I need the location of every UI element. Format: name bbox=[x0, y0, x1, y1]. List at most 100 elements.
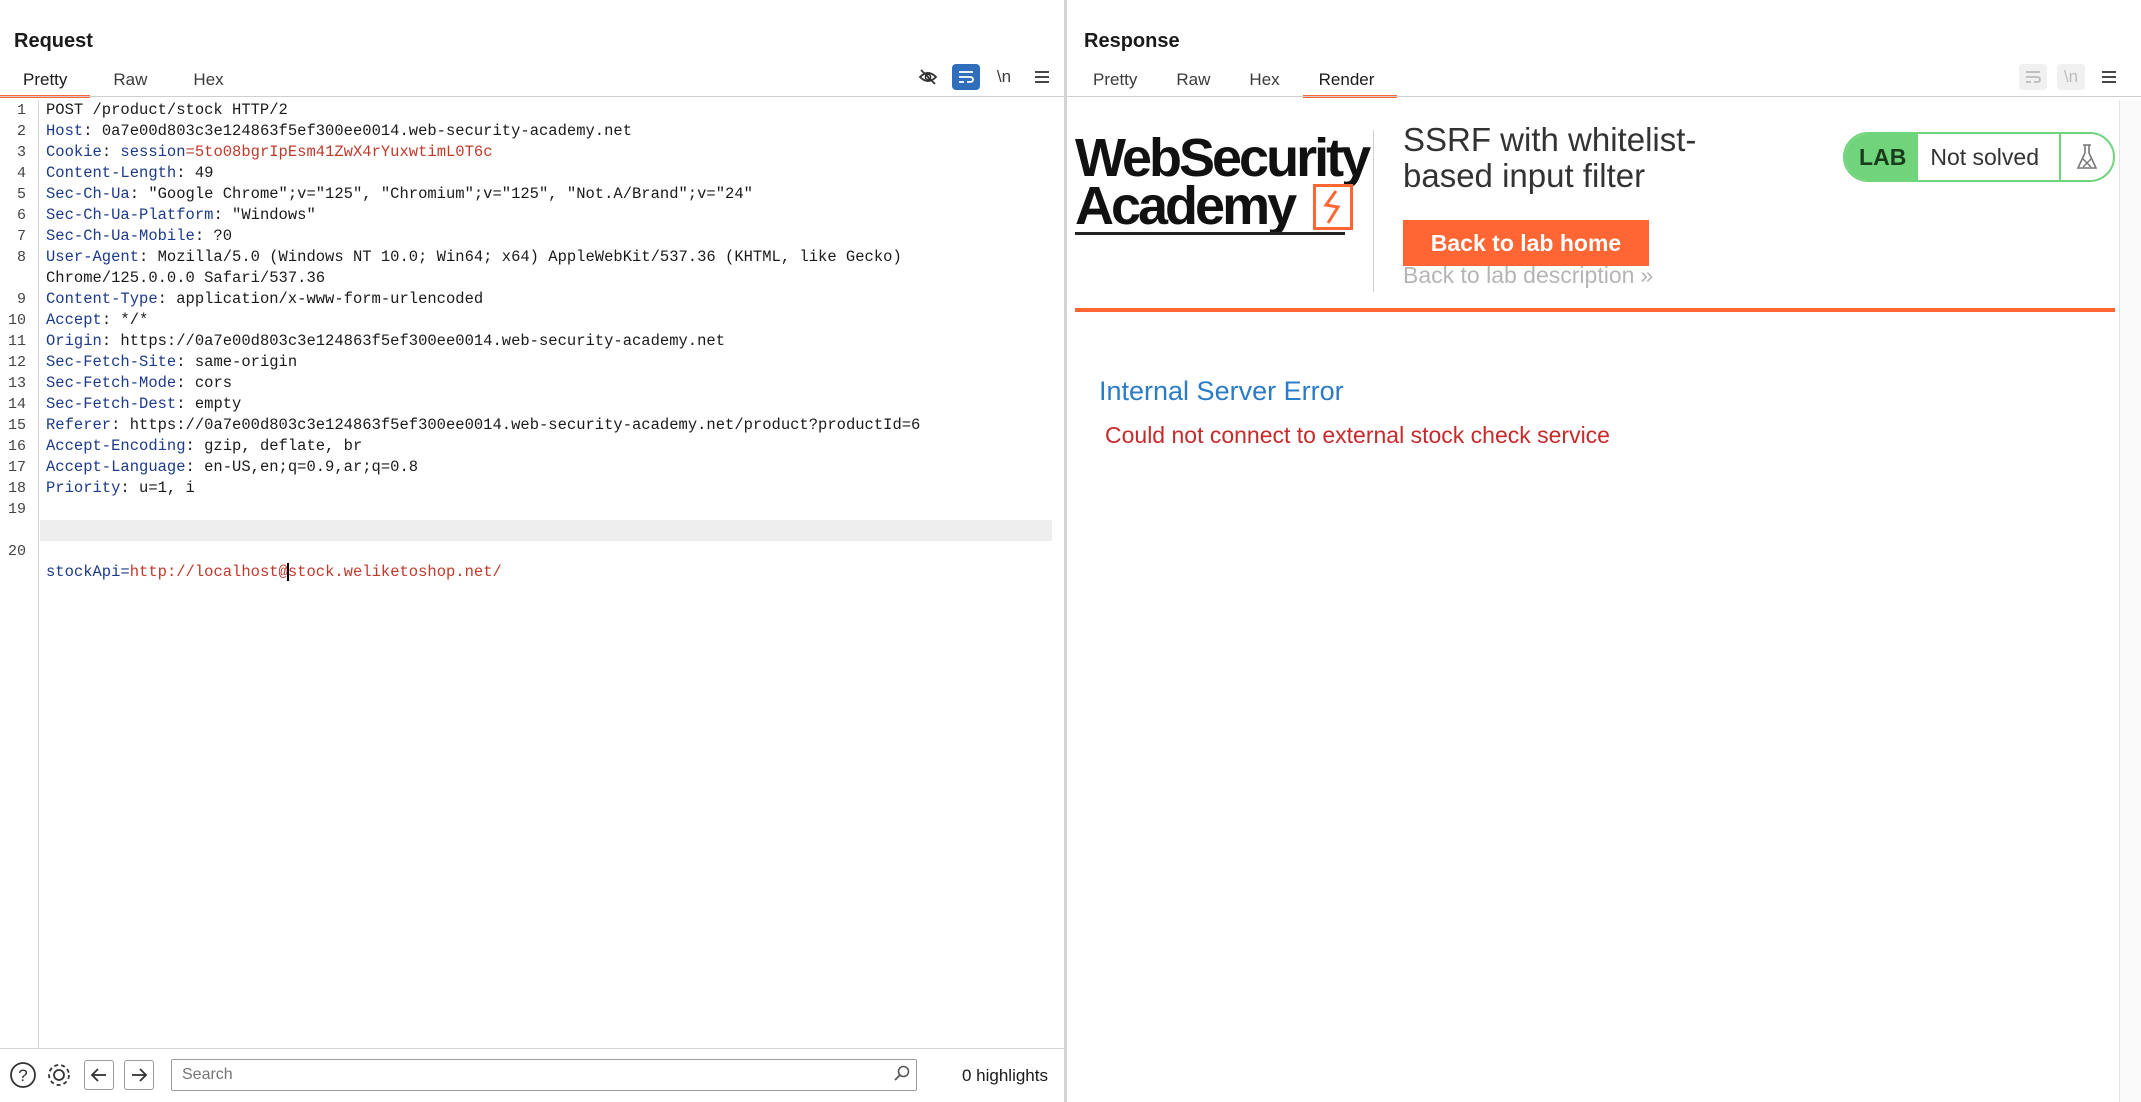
header-value: : 49 bbox=[176, 164, 214, 182]
tab-hex[interactable]: Hex bbox=[170, 64, 246, 96]
word-wrap-icon[interactable] bbox=[952, 64, 980, 90]
code-line[interactable]: Chrome/125.0.0.0 Safari/537.36 bbox=[0, 268, 1052, 289]
header-value: : https://0a7e00d803c3e124863f5ef300ee00… bbox=[111, 416, 921, 434]
line-text: Priority: u=1, i bbox=[46, 478, 195, 499]
request-editor[interactable]: 1 POST /product/stock HTTP/2 2 Host: 0a7e00… bbox=[0, 100, 1066, 1048]
hamburger-menu-icon[interactable] bbox=[1028, 64, 1056, 90]
line-number: 4 bbox=[16, 165, 26, 182]
web-security-academy-logo[interactable]: WebSecurity Academy bbox=[1075, 128, 1375, 238]
cookie-value: =5to08bgrIpEsm41ZwX4rYuxwtimL0T6c bbox=[185, 143, 493, 161]
header-value: : */* bbox=[101, 311, 149, 329]
header-value: : 0a7e00d803c3e124863f5ef300ee0014.web-s… bbox=[83, 122, 633, 140]
double-chevron-icon: » bbox=[1640, 262, 1654, 288]
line-text: Sec-Fetch-Site: same-origin bbox=[46, 352, 297, 373]
code-line[interactable]: 12 Sec-Fetch-Site: same-origin bbox=[0, 352, 1052, 373]
code-line[interactable]: 4 Content-Length: 49 bbox=[0, 163, 1052, 184]
line-text: Sec-Ch-Ua: "Google Chrome";v="125", "Chr… bbox=[46, 184, 753, 205]
line-text: POST /product/stock HTTP/2 bbox=[46, 100, 288, 121]
tab-render[interactable]: Render bbox=[1302, 64, 1398, 98]
header-value: Chrome/125.0.0.0 Safari/537.36 bbox=[46, 269, 326, 287]
back-to-lab-home-button[interactable]: Back to lab home bbox=[1403, 220, 1649, 266]
code-line[interactable]: 9 Content-Type: application/x-www-form-ur… bbox=[0, 289, 1052, 310]
line-number: 16 bbox=[7, 438, 26, 455]
header-name: Referer bbox=[46, 416, 112, 434]
header-name: Sec-Fetch-Site bbox=[46, 353, 177, 371]
help-icon[interactable]: ? bbox=[8, 1060, 38, 1090]
lab-title: SSRF with whitelist-based input filter bbox=[1403, 121, 1697, 194]
code-line[interactable]: 8 User-Agent: Mozilla/5.0 (Windows NT 10.… bbox=[0, 247, 1052, 268]
tab-raw[interactable]: Raw bbox=[90, 64, 170, 96]
lab-label: LAB bbox=[1845, 134, 1919, 180]
lightning-bolt-icon bbox=[1313, 184, 1353, 230]
code-line[interactable]: 13 Sec-Fetch-Mode: cors bbox=[0, 373, 1052, 394]
arrow-right-icon[interactable] bbox=[124, 1060, 154, 1090]
lab-status: Not solved bbox=[1918, 134, 2061, 180]
response-tabs: Pretty Raw Hex Render bbox=[1077, 64, 1398, 98]
line-number: 6 bbox=[16, 207, 26, 224]
eye-slash-icon[interactable] bbox=[914, 64, 942, 90]
search-icon[interactable] bbox=[888, 1065, 916, 1086]
word-wrap-icon[interactable] bbox=[2019, 64, 2047, 90]
request-title: Request bbox=[14, 30, 93, 52]
code-line[interactable]: 18 Priority: u=1, i bbox=[0, 478, 1052, 499]
code-line[interactable]: 6 Sec-Ch-Ua-Platform: "Windows" bbox=[0, 205, 1052, 226]
code-line[interactable]: 16 Accept-Encoding: gzip, deflate, br bbox=[0, 436, 1052, 457]
header-name: Cookie bbox=[46, 143, 102, 161]
header-name: Sec-Ch-Ua bbox=[46, 185, 130, 203]
code-line[interactable]: 10 Accept: */* bbox=[0, 310, 1052, 331]
svg-text:?: ? bbox=[18, 1066, 27, 1085]
header-value: : ?0 bbox=[194, 227, 233, 245]
code-line[interactable]: 11 Origin: https://0a7e00d803c3e124863f5e… bbox=[0, 331, 1052, 352]
code-line[interactable]: 17 Accept-Language: en-US,en;q=0.9,ar;q=0… bbox=[0, 457, 1052, 478]
body-equals: = bbox=[120, 563, 130, 581]
line-text: Content-Length: 49 bbox=[46, 163, 213, 184]
arrow-left-icon[interactable] bbox=[84, 1060, 114, 1090]
line-number: 10 bbox=[7, 312, 26, 329]
hamburger-menu-icon[interactable] bbox=[2095, 64, 2123, 90]
code-line[interactable]: 1 POST /product/stock HTTP/2 bbox=[0, 100, 1052, 121]
flask-icon bbox=[2061, 134, 2113, 180]
line-number: 2 bbox=[16, 123, 26, 140]
code-line[interactable]: 19 bbox=[0, 499, 1052, 520]
newline-toggle[interactable]: \n bbox=[2057, 64, 2085, 90]
code-line[interactable]: 14 Sec-Fetch-Dest: empty bbox=[0, 394, 1052, 415]
header-name: Sec-Ch-Ua-Mobile bbox=[46, 227, 195, 245]
request-toolbar: \n bbox=[914, 64, 1056, 90]
line-text: Sec-Ch-Ua-Platform: "Windows" bbox=[46, 205, 316, 226]
body-param-name: stockApi bbox=[46, 563, 121, 581]
gear-icon[interactable] bbox=[44, 1060, 74, 1090]
back-to-lab-description-link[interactable]: Back to lab description» bbox=[1403, 262, 1653, 289]
line-number: 15 bbox=[7, 417, 26, 434]
response-pane: Response Pretty Raw Hex Render \n WebSec… bbox=[1067, 0, 2141, 1102]
line-number: 7 bbox=[16, 228, 26, 245]
header-value: : "Windows" bbox=[213, 206, 316, 224]
header-name: Content-Type bbox=[46, 290, 158, 308]
code-line[interactable]: 2 Host: 0a7e00d803c3e124863f5ef300ee0014.… bbox=[0, 121, 1052, 142]
back-desc-label: Back to lab description bbox=[1403, 262, 1635, 288]
line-text: Accept-Language: en-US,en;q=0.9,ar;q=0.8 bbox=[46, 457, 418, 478]
header-value: : bbox=[101, 143, 121, 161]
code-line[interactable]: 3 Cookie: session=5to08bgrIpEsm41ZwX4rYux… bbox=[0, 142, 1052, 163]
search-input[interactable] bbox=[172, 1066, 888, 1084]
code-line[interactable]: 5 Sec-Ch-Ua: "Google Chrome";v="125", "Ch… bbox=[0, 184, 1052, 205]
error-message: Could not connect to external stock chec… bbox=[1105, 422, 1610, 448]
line-text: Sec-Ch-Ua-Mobile: ?0 bbox=[46, 226, 232, 247]
tab-hex[interactable]: Hex bbox=[1233, 64, 1302, 96]
header-rule bbox=[1075, 308, 2115, 312]
header-value: : cors bbox=[176, 374, 233, 392]
code-line[interactable]: 15 Referer: https://0a7e00d803c3e124863f5… bbox=[0, 415, 1052, 436]
highlights-count: 0 highlights bbox=[961, 1066, 1048, 1085]
tab-pretty[interactable]: Pretty bbox=[0, 64, 91, 98]
code-line[interactable]: 7 Sec-Ch-Ua-Mobile: ?0 bbox=[0, 226, 1052, 247]
tab-raw[interactable]: Raw bbox=[1160, 64, 1233, 96]
header-name: Accept bbox=[46, 311, 102, 329]
line-number: 14 bbox=[7, 396, 26, 413]
newline-toggle[interactable]: \n bbox=[990, 64, 1018, 90]
header-name: Accept-Encoding bbox=[46, 437, 186, 455]
lab-status-badge: LAB Not solved bbox=[1843, 132, 2115, 182]
header-value: : https://0a7e00d803c3e124863f5ef300ee00… bbox=[101, 332, 726, 350]
body-line[interactable]: 20 stockApi=http://localhost@stock.welik… bbox=[8, 520, 1052, 581]
header-name: Priority bbox=[46, 479, 121, 497]
render-scrollbar[interactable] bbox=[2119, 100, 2141, 1102]
tab-pretty[interactable]: Pretty bbox=[1077, 64, 1160, 96]
